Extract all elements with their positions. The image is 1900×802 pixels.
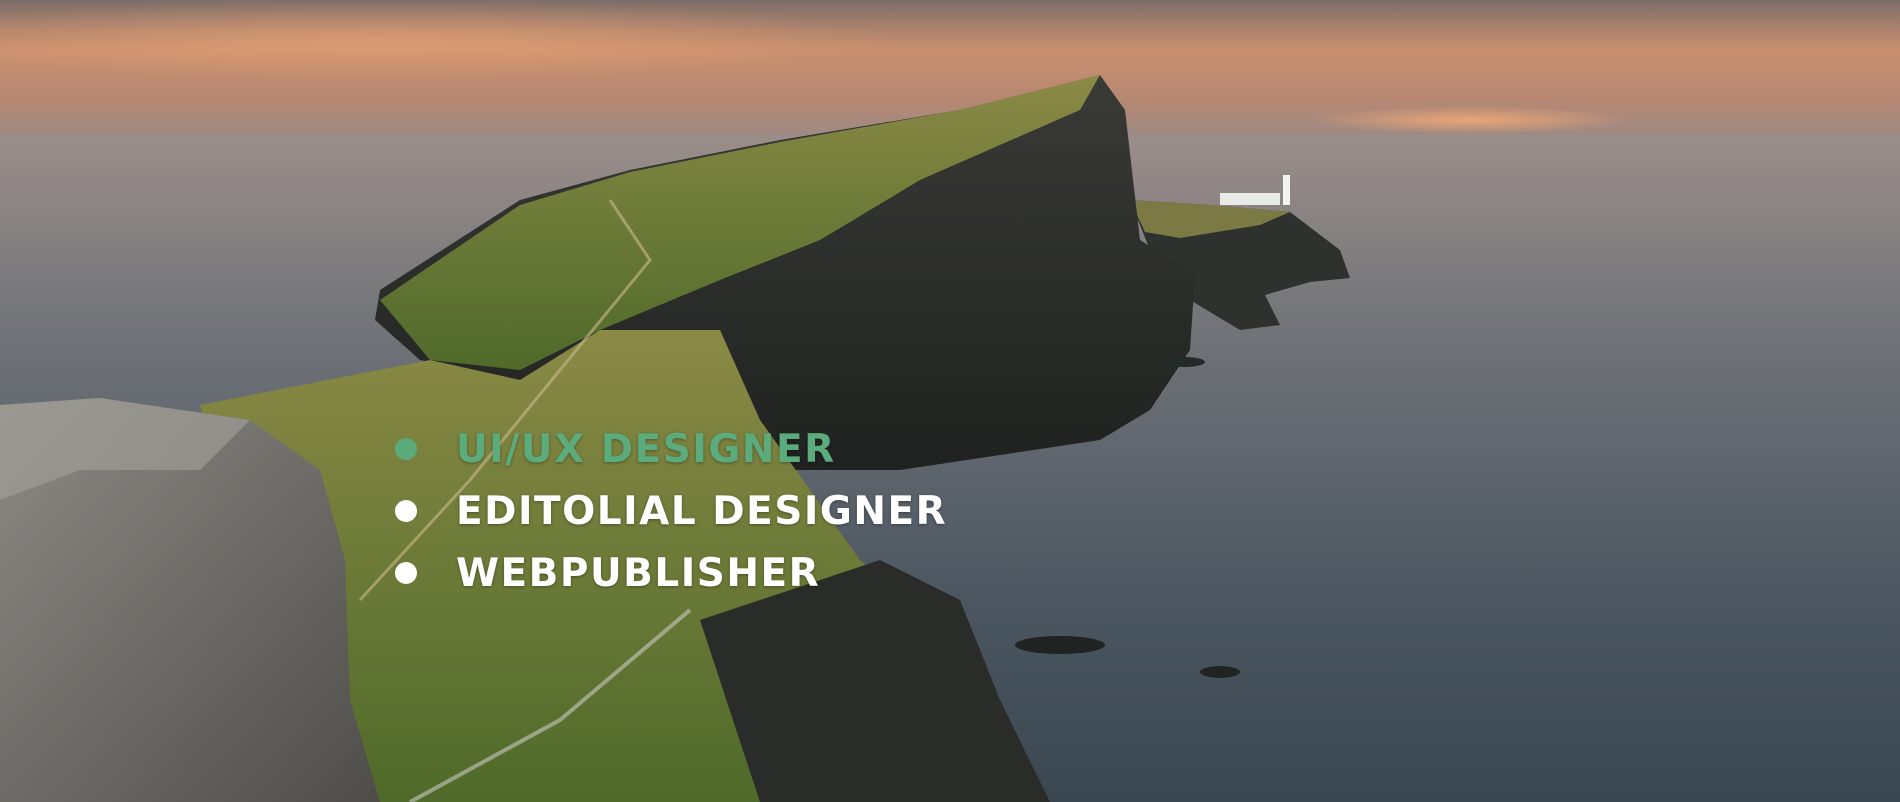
hero-background-image xyxy=(0,0,1900,802)
role-label: WEBPUBLISHER xyxy=(456,550,821,596)
role-item-ui-ux-designer[interactable]: UI/UX DESIGNER xyxy=(395,418,947,480)
role-label: UI/UX DESIGNER xyxy=(456,426,836,472)
role-item-editorial-designer[interactable]: EDITOLIAL DESIGNER xyxy=(395,480,947,542)
role-item-webpublisher[interactable]: WEBPUBLISHER xyxy=(395,542,947,604)
role-list: UI/UX DESIGNER EDITOLIAL DESIGNER WEBPUB… xyxy=(395,418,947,604)
bullet-dot-icon xyxy=(395,500,417,522)
bullet-dot-icon xyxy=(395,562,417,584)
bullet-dot-icon xyxy=(395,438,417,460)
role-label: EDITOLIAL DESIGNER xyxy=(456,488,948,534)
